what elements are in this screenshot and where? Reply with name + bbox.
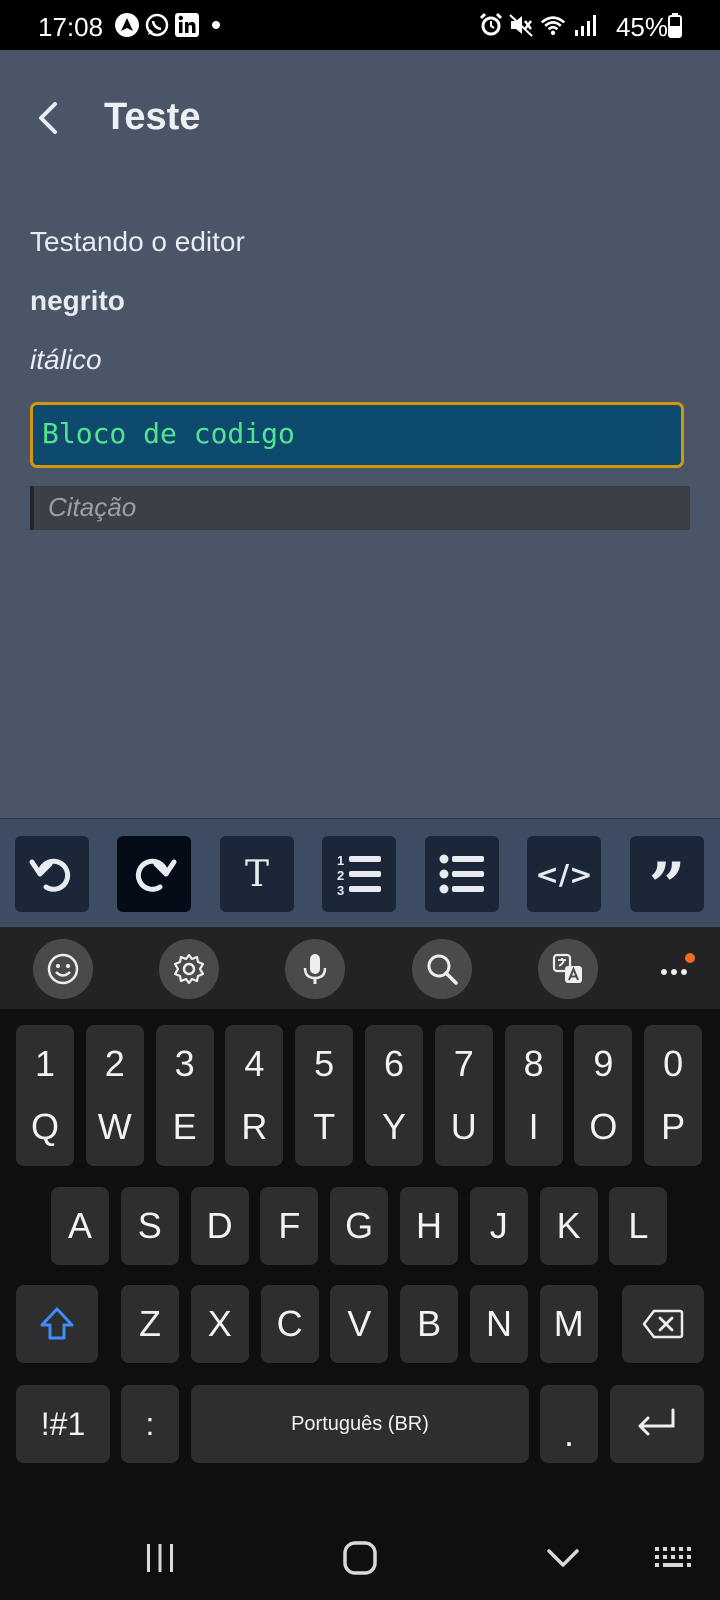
shift-icon	[40, 1307, 74, 1340]
keyboard-settings-button[interactable]	[159, 939, 219, 999]
keyboard-search-button[interactable]	[412, 939, 472, 999]
key-g[interactable]: G	[330, 1187, 389, 1265]
key-i[interactable]: I	[504, 1088, 563, 1166]
redo-icon	[135, 858, 177, 892]
home-button[interactable]	[335, 1536, 385, 1580]
home-icon	[343, 1541, 377, 1575]
key-x[interactable]: X	[190, 1285, 249, 1363]
code-icon: </>	[535, 857, 593, 891]
emoji-icon	[47, 953, 79, 985]
recent-apps-button[interactable]	[135, 1536, 185, 1580]
mute-icon	[509, 14, 533, 37]
undo-icon	[29, 858, 71, 892]
emoji-button[interactable]	[33, 939, 93, 999]
quote-placeholder: Citação	[48, 492, 137, 522]
more-icon	[661, 953, 695, 975]
translate-button[interactable]	[538, 939, 598, 999]
key-a[interactable]: A	[51, 1187, 109, 1265]
back-arrow-icon[interactable]	[30, 98, 70, 138]
svg-text:1: 1	[337, 853, 344, 868]
numbered-list-button[interactable]: 1 2 3	[322, 836, 396, 912]
backspace-key[interactable]	[622, 1285, 704, 1363]
key-w[interactable]: W	[85, 1088, 144, 1166]
rich-text-editor[interactable]: Testando o editor negrito itálico	[30, 220, 690, 397]
key-r[interactable]: R	[225, 1088, 284, 1166]
key-j[interactable]: J	[469, 1187, 528, 1265]
hide-keyboard-icon	[547, 1549, 579, 1567]
svg-text:3: 3	[337, 883, 344, 898]
keyboard-toolbar	[0, 927, 720, 1009]
key-t[interactable]: T	[295, 1088, 354, 1166]
backspace-icon	[642, 1309, 684, 1339]
key-q[interactable]: Q	[16, 1088, 74, 1166]
app-header: Teste	[0, 50, 720, 190]
battery-icon	[668, 13, 682, 38]
search-icon	[427, 954, 458, 985]
symbols-key[interactable]: !#1	[16, 1385, 110, 1463]
key-o[interactable]: O	[574, 1088, 633, 1166]
key-b[interactable]: B	[400, 1285, 459, 1363]
whatsapp-icon	[145, 13, 169, 37]
battery-percent: 45%	[615, 12, 668, 42]
mic-icon	[303, 954, 327, 984]
key-e[interactable]: E	[155, 1088, 214, 1166]
code-button[interactable]: </>	[527, 836, 601, 912]
dot-icon	[212, 21, 220, 29]
voice-input-button[interactable]	[285, 939, 345, 999]
code-block[interactable]: Bloco de codigo	[30, 402, 684, 468]
key-y[interactable]: Y	[365, 1088, 423, 1166]
bullet-list-button[interactable]	[425, 836, 499, 912]
key-m[interactable]: M	[539, 1285, 598, 1363]
key-l[interactable]: L	[609, 1187, 668, 1265]
text-format-button[interactable]: T	[220, 836, 294, 912]
recent-apps-icon	[147, 1544, 173, 1572]
editor-line-italic[interactable]: itálico	[30, 338, 690, 397]
quote-block[interactable]: Citação	[30, 486, 690, 530]
key-k[interactable]: K	[539, 1187, 598, 1265]
status-bar: 17:08 45%	[0, 0, 720, 50]
linkedin-icon	[175, 13, 199, 37]
svg-text:2: 2	[337, 868, 344, 883]
undo-button[interactable]	[15, 836, 89, 912]
settings-icon	[173, 953, 205, 985]
numbered-list-icon: 1 2 3	[337, 853, 381, 898]
colon-key[interactable]: :	[121, 1385, 179, 1463]
shift-key[interactable]	[16, 1285, 98, 1363]
signal-icon	[575, 15, 596, 36]
formatting-toolbar: T 1 2 3 </> ”	[0, 818, 720, 928]
hide-keyboard-button[interactable]	[538, 1536, 588, 1580]
keyboard-switch-icon	[655, 1547, 691, 1567]
code-block-text: Bloco de codigo	[42, 417, 295, 450]
key-n[interactable]: N	[470, 1285, 528, 1363]
enter-key[interactable]	[610, 1385, 704, 1463]
key-z[interactable]: Z	[121, 1285, 179, 1363]
key-p[interactable]: P	[644, 1088, 703, 1166]
redo-button[interactable]	[117, 836, 191, 912]
key-v[interactable]: V	[330, 1285, 389, 1363]
wifi-icon	[540, 16, 566, 35]
quote-icon: ”	[648, 849, 686, 924]
translate-icon	[552, 953, 582, 983]
key-d[interactable]: D	[190, 1187, 249, 1265]
period-key[interactable]: .	[540, 1385, 598, 1463]
key-c[interactable]: C	[260, 1285, 319, 1363]
alarm-icon	[479, 12, 503, 36]
space-key[interactable]: Português (BR)	[191, 1385, 529, 1463]
key-s[interactable]: S	[120, 1187, 179, 1265]
status-time: 17:08	[38, 12, 104, 42]
bullet-list-icon	[439, 854, 484, 894]
key-u[interactable]: U	[434, 1088, 493, 1166]
on-screen-keyboard: 1234567890 QWERTYUIOP ASDFGHJKL ZXCVBNM …	[0, 927, 720, 1600]
quote-button[interactable]: ”	[630, 836, 704, 919]
more-options-button[interactable]	[656, 949, 696, 989]
text-format-icon: T	[244, 853, 269, 895]
enter-icon	[638, 1408, 675, 1436]
key-h[interactable]: H	[400, 1187, 458, 1265]
editor-line-normal[interactable]: Testando o editor	[30, 220, 690, 279]
editor-line-bold[interactable]: negrito	[30, 279, 690, 338]
location-icon	[115, 13, 139, 37]
page-title: Teste	[104, 96, 201, 138]
keyboard-switch-button[interactable]	[648, 1536, 698, 1580]
key-f[interactable]: F	[260, 1187, 319, 1265]
